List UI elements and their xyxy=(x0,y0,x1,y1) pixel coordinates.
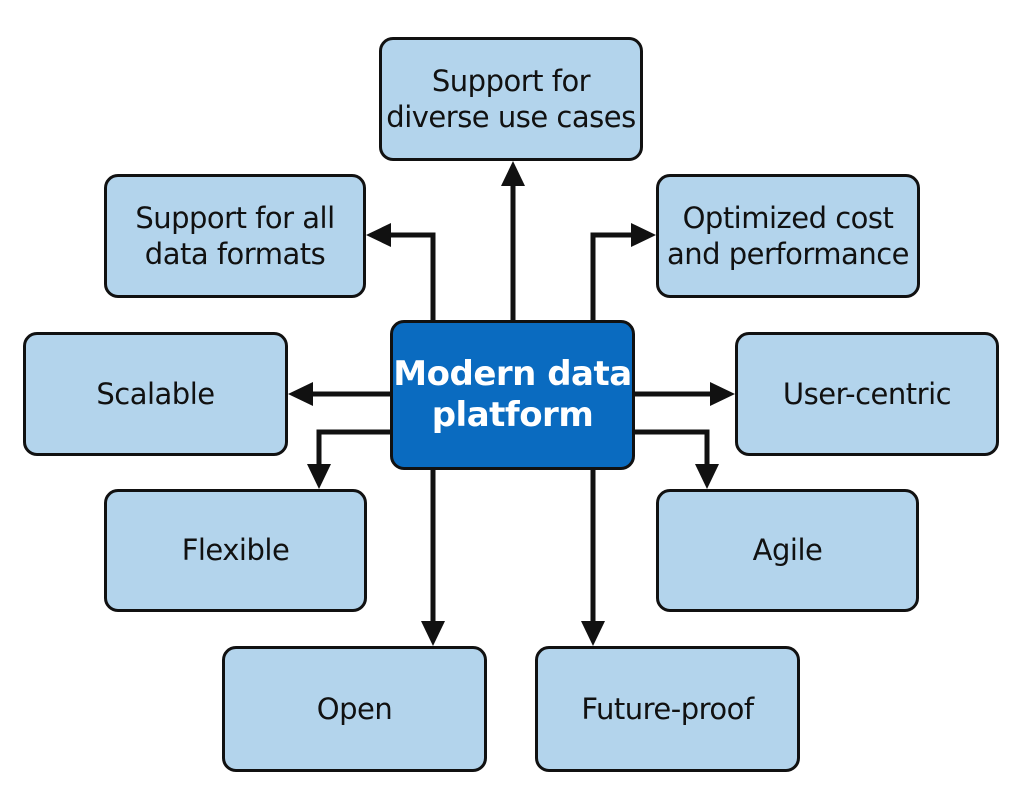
node-modern-data-platform: Modern data platform xyxy=(390,320,635,470)
arrow-to-open xyxy=(421,470,445,646)
arrow-to-scalable xyxy=(288,382,390,406)
node-flexible: Flexible xyxy=(104,489,367,612)
node-optimized-cost-performance: Optimized cost and performance xyxy=(656,174,920,298)
node-all-data-formats: Support for all data formats xyxy=(104,174,366,298)
node-open: Open xyxy=(222,646,487,772)
arrow-to-formats xyxy=(366,223,436,320)
arrow-to-future-proof xyxy=(581,470,605,646)
node-diverse-use-cases: Support for diverse use cases xyxy=(379,37,643,161)
arrow-to-agile xyxy=(635,429,719,489)
node-scalable: Scalable xyxy=(23,332,288,456)
node-future-proof: Future-proof xyxy=(535,646,800,772)
node-agile: Agile xyxy=(656,489,919,612)
arrow-to-diverse xyxy=(501,161,525,320)
platform-diagram: Support for diverse use cases Support fo… xyxy=(0,0,1031,795)
arrow-to-user-centric xyxy=(635,382,735,406)
node-user-centric: User-centric xyxy=(735,332,999,456)
arrow-to-optimized xyxy=(590,223,656,320)
arrow-to-flexible xyxy=(307,429,390,489)
